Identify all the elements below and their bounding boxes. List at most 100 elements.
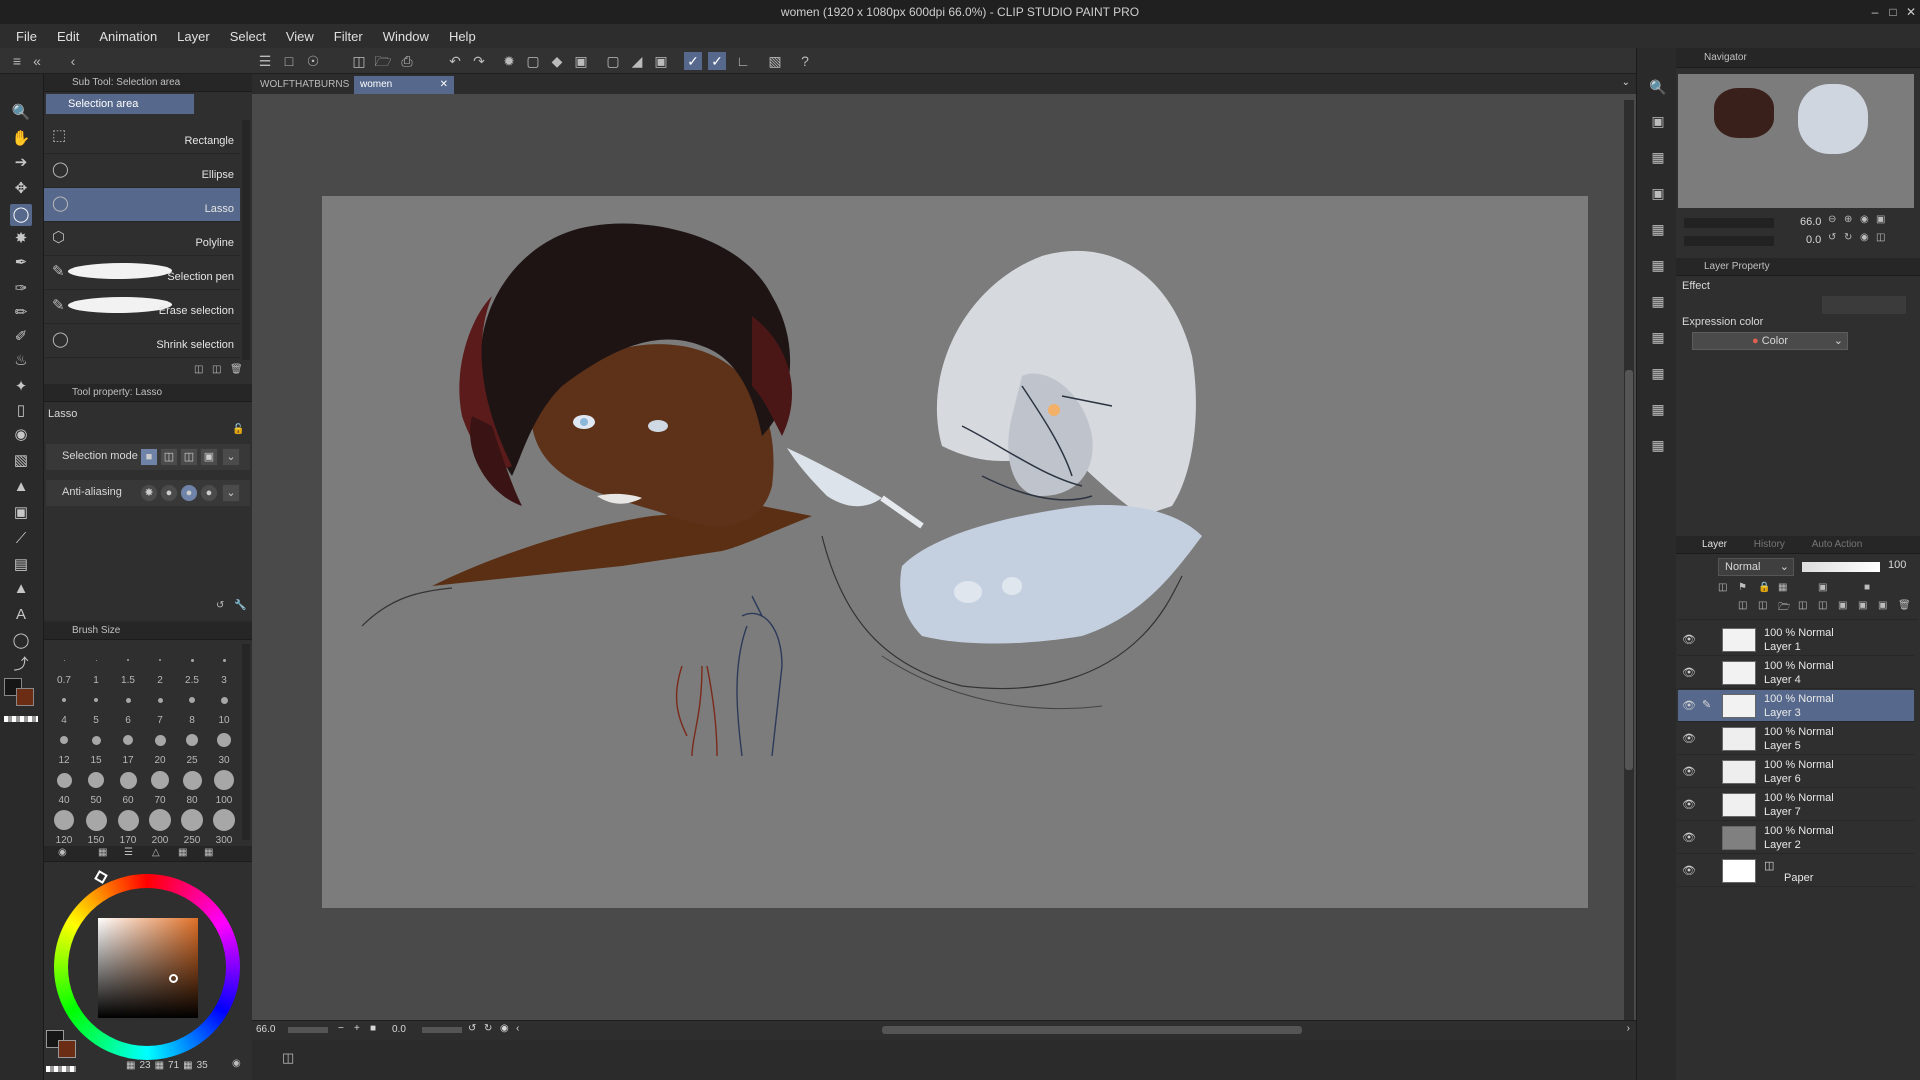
menu-view[interactable]: View bbox=[278, 29, 326, 44]
merge-down-icon[interactable]: ◫ bbox=[1818, 600, 1827, 611]
balloon-icon[interactable]: ◯ bbox=[10, 630, 32, 652]
nav-rotation-value[interactable]: 0.0 bbox=[1806, 234, 1821, 246]
nav-reset-icon[interactable]: ◉ bbox=[1860, 232, 1869, 243]
menu-animation[interactable]: Animation bbox=[91, 29, 169, 44]
blend-icon[interactable]: ◉ bbox=[10, 424, 32, 446]
brush-size-option[interactable]: 80 bbox=[176, 766, 208, 806]
show-selection-icon[interactable]: ▣ bbox=[652, 52, 670, 70]
save-icon[interactable]: ⎙ bbox=[398, 52, 416, 70]
timeline-toggle-icon[interactable]: ◫ bbox=[282, 1050, 294, 1066]
brush-size-option[interactable]: 2.5 bbox=[176, 646, 208, 686]
eye-icon[interactable]: 👁 bbox=[1682, 666, 1696, 679]
close-icon[interactable]: ✕ bbox=[1902, 0, 1920, 24]
collapse-icon[interactable]: « bbox=[28, 52, 46, 70]
lock-icon[interactable]: 🔓 bbox=[232, 424, 244, 435]
subtool-scrollbar[interactable] bbox=[242, 120, 250, 360]
brush-size-option[interactable]: 6 bbox=[112, 686, 144, 726]
layer-row[interactable]: 👁 100 % Normal Layer 5 bbox=[1678, 723, 1914, 755]
clear-icon[interactable]: ▢ bbox=[524, 52, 542, 70]
antialiasing-dropdown[interactable]: ⌄ bbox=[222, 484, 240, 502]
correct-line-icon[interactable]: ⤴ bbox=[10, 654, 32, 676]
eye-icon[interactable]: 👁 bbox=[1682, 831, 1696, 844]
fit-icon[interactable]: ■ bbox=[370, 1023, 376, 1034]
undo-icon[interactable]: ↶ bbox=[446, 52, 464, 70]
zoom-icon[interactable]: 🔍 bbox=[10, 102, 32, 124]
fill-icon[interactable]: ◆ bbox=[548, 52, 566, 70]
brush-icon[interactable]: ✐ bbox=[10, 326, 32, 348]
layer-row[interactable]: 👁 100 % Normal Layer 2 bbox=[1678, 822, 1914, 854]
flip-icon[interactable]: ‹ bbox=[516, 1023, 519, 1034]
color-set-tab-icon[interactable]: ▦ bbox=[98, 847, 107, 858]
rotation-value[interactable]: 0.0 bbox=[392, 1024, 406, 1035]
new-file-icon[interactable]: ◫ bbox=[350, 52, 368, 70]
brush-size-option[interactable]: 20 bbox=[144, 726, 176, 766]
new-document-icon[interactable]: □ bbox=[280, 52, 298, 70]
opacity-value[interactable]: 100 bbox=[1888, 559, 1906, 571]
brush-size-option[interactable]: 12 bbox=[48, 726, 80, 766]
color-history-tab-icon[interactable]: ▦ bbox=[204, 847, 213, 858]
reset-rotation-icon[interactable]: ◉ bbox=[500, 1023, 509, 1034]
nav-zoom-out-icon[interactable]: ⊖ bbox=[1828, 214, 1836, 225]
brush-size-option[interactable]: 30 bbox=[208, 726, 240, 766]
brush-size-option[interactable]: 200 bbox=[144, 806, 176, 846]
fill-tool-icon[interactable]: ▧ bbox=[10, 450, 32, 472]
brush-size-option[interactable]: 150 bbox=[80, 806, 112, 846]
nav-rotation-slider[interactable] bbox=[1684, 236, 1774, 246]
pencil-icon[interactable]: ✏ bbox=[10, 302, 32, 324]
selection-mode-dropdown[interactable]: ⌄ bbox=[222, 448, 240, 466]
tab-history[interactable]: History bbox=[1754, 539, 1785, 550]
collapse-left-icon[interactable]: ‹ bbox=[64, 52, 82, 70]
layer-row[interactable]: 👁 100 % Normal Layer 1 bbox=[1678, 624, 1914, 656]
brush-size-option[interactable]: 7 bbox=[144, 686, 176, 726]
eye-icon[interactable]: 👁 bbox=[1682, 765, 1696, 778]
layer-row[interactable]: 👁 100 % Normal Layer 7 bbox=[1678, 789, 1914, 821]
subtract-selection-icon[interactable]: ◫ bbox=[180, 448, 198, 466]
layer-row[interactable]: 👁 100 % Normal Layer 4 bbox=[1678, 657, 1914, 689]
copy-subtool-icon[interactable]: ◫ bbox=[212, 364, 221, 375]
move-layer-icon[interactable]: ✥ bbox=[10, 178, 32, 200]
nav-flip-icon[interactable]: ◫ bbox=[1876, 232, 1885, 243]
rotate-left-icon[interactable]: ↺ bbox=[468, 1023, 476, 1034]
eye-icon[interactable]: 👁 bbox=[1682, 864, 1696, 877]
horizontal-scroll-thumb[interactable] bbox=[882, 1026, 1302, 1034]
vertical-scrollbar[interactable] bbox=[1624, 100, 1634, 1020]
gradient-icon[interactable]: ▣ bbox=[10, 502, 32, 524]
navigator-preview[interactable] bbox=[1678, 74, 1914, 208]
delete-mask-icon[interactable]: ▣ bbox=[1878, 600, 1887, 611]
menu-edit[interactable]: Edit bbox=[49, 29, 91, 44]
brush-size-option[interactable]: 1 bbox=[80, 646, 112, 686]
sub-tool-group-tab[interactable]: Selection area bbox=[46, 94, 194, 114]
effect-buttons[interactable] bbox=[1822, 296, 1906, 314]
material-folder-icon[interactable]: ▦ bbox=[1647, 146, 1669, 168]
hamburger-icon[interactable]: ☰ bbox=[256, 52, 274, 70]
aa-strong-icon[interactable]: ● bbox=[200, 484, 218, 502]
material-3d-icon[interactable]: ▦ bbox=[1647, 290, 1669, 312]
scroll-right-icon[interactable]: › bbox=[1627, 1023, 1630, 1034]
close-tab-icon[interactable]: ✕ bbox=[440, 76, 448, 94]
subtool-erase-selection[interactable]: ✎ Erase selection bbox=[44, 290, 240, 324]
transparent-color-swatch[interactable] bbox=[4, 716, 38, 722]
wrench-icon[interactable]: 🔧 bbox=[234, 600, 246, 611]
brush-size-option[interactable]: 300 bbox=[208, 806, 240, 846]
lock-transparency-icon[interactable]: ▦ bbox=[1778, 582, 1787, 593]
aa-none-icon[interactable]: ✸ bbox=[140, 484, 158, 502]
tab-layer[interactable]: Layer bbox=[1702, 539, 1727, 550]
material-download-icon[interactable]: ▦ bbox=[1647, 398, 1669, 420]
tab-wolfthatburns[interactable]: WOLFTHATBURNS bbox=[254, 76, 355, 94]
brush-size-option[interactable]: 4 bbox=[48, 686, 80, 726]
transform-icon[interactable]: ▣ bbox=[572, 52, 590, 70]
apply-mask-icon[interactable]: ▣ bbox=[1858, 600, 1867, 611]
auto-select-icon[interactable]: ✸ bbox=[10, 228, 32, 250]
brush-size-option[interactable]: 60 bbox=[112, 766, 144, 806]
subtool-ellipse[interactable]: ◯ Ellipse bbox=[44, 154, 240, 188]
new-raster-layer-icon[interactable]: ◫ bbox=[1738, 600, 1747, 611]
color-slider-tab-icon[interactable]: ☰ bbox=[124, 847, 133, 858]
figure-icon[interactable]: ⟋ bbox=[10, 528, 32, 550]
brush-size-option[interactable]: 40 bbox=[48, 766, 80, 806]
brush-size-scrollbar[interactable] bbox=[242, 644, 250, 840]
menu-select[interactable]: Select bbox=[222, 29, 278, 44]
sub-color-chip[interactable] bbox=[58, 1040, 76, 1058]
nav-rotate-left-icon[interactable]: ↺ bbox=[1828, 232, 1836, 243]
menu-help[interactable]: Help bbox=[441, 29, 488, 44]
brush-size-option[interactable]: 70 bbox=[144, 766, 176, 806]
